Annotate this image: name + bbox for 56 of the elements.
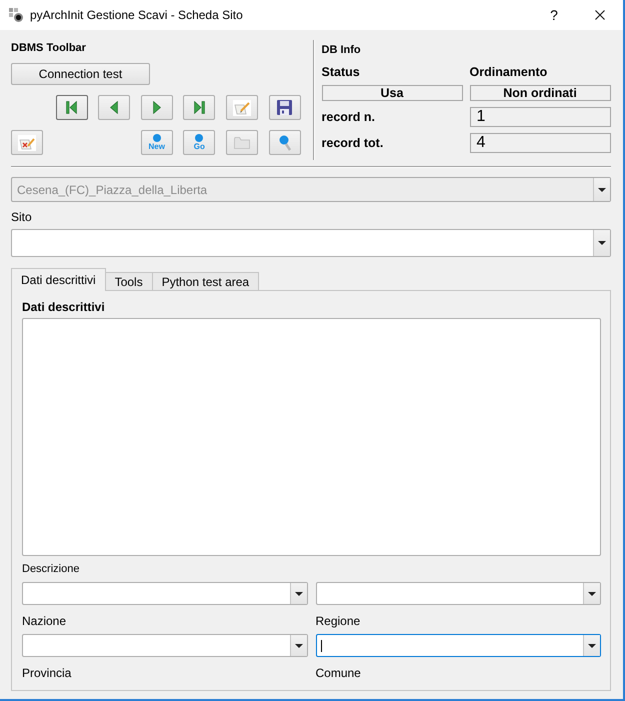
triangle-right-bar-icon [194,101,205,114]
field-label: Provincia [22,666,72,680]
delete-button[interactable] [11,130,43,155]
status-label: Status [322,65,361,79]
connection-test-button[interactable]: Connection test [11,63,150,85]
save-button[interactable] [268,95,300,120]
dot-icon [195,134,204,142]
triangle-left-icon [110,101,118,114]
last-record-button[interactable] [183,95,216,120]
caret-icon [294,592,302,596]
open-button[interactable] [226,130,258,155]
record-total-value: 4 [470,133,610,153]
magnifier-icon [278,134,290,150]
app-icon [9,8,23,22]
folder-icon [234,136,250,148]
record-total-label: record tot. [322,136,384,150]
dropdown[interactable] [316,634,601,657]
caret-icon [598,241,606,245]
site-dropdown: Cesena_(FC)_Piazza_della_Liberta [11,177,611,202]
next-record-button[interactable] [140,95,173,120]
tab[interactable]: Tools [104,272,153,290]
dropdown[interactable] [316,582,601,605]
close-icon [595,10,605,20]
caret-icon [588,592,596,596]
field-label: Regione [316,614,362,628]
paper-pencil-icon [232,100,251,116]
first-record-button[interactable] [56,95,88,120]
help-button[interactable]: ? [531,0,577,30]
field-label: Nazione [22,614,68,628]
bar-triangle-left-icon [66,101,78,114]
record-number-label: record n. [322,110,376,124]
paper-cross-icon [18,134,36,150]
dropdown[interactable] [22,634,308,657]
dropdown[interactable] [22,582,308,605]
triangle-right-icon [152,101,161,114]
status-value: Usa [322,85,462,101]
caret-icon [598,188,606,192]
record-number-value: 1 [470,107,610,127]
caret-icon [588,644,596,648]
field-label: Descrizione [22,562,80,576]
order-value: Non ordinati [470,85,610,101]
section-title: Dati descrittivi [22,299,106,314]
tab[interactable]: Python test area [152,272,260,290]
window-title: pyArchInit Gestione Scavi - Scheda Sito [30,8,244,22]
tab[interactable]: Dati descrittivi [11,268,106,291]
toolbar-title: DBMS Toolbar [11,42,87,55]
search-button[interactable] [268,130,300,155]
caret-icon [294,644,302,648]
dot-icon [152,134,161,142]
field-label: Sito [11,210,33,224]
previous-record-button[interactable] [98,95,130,120]
edit-button[interactable] [226,95,258,120]
section-title: DB Info [322,44,362,57]
site-name-dropdown[interactable] [11,229,611,257]
order-label: Ordinamento [470,65,548,79]
field-label: Comune [316,666,362,680]
